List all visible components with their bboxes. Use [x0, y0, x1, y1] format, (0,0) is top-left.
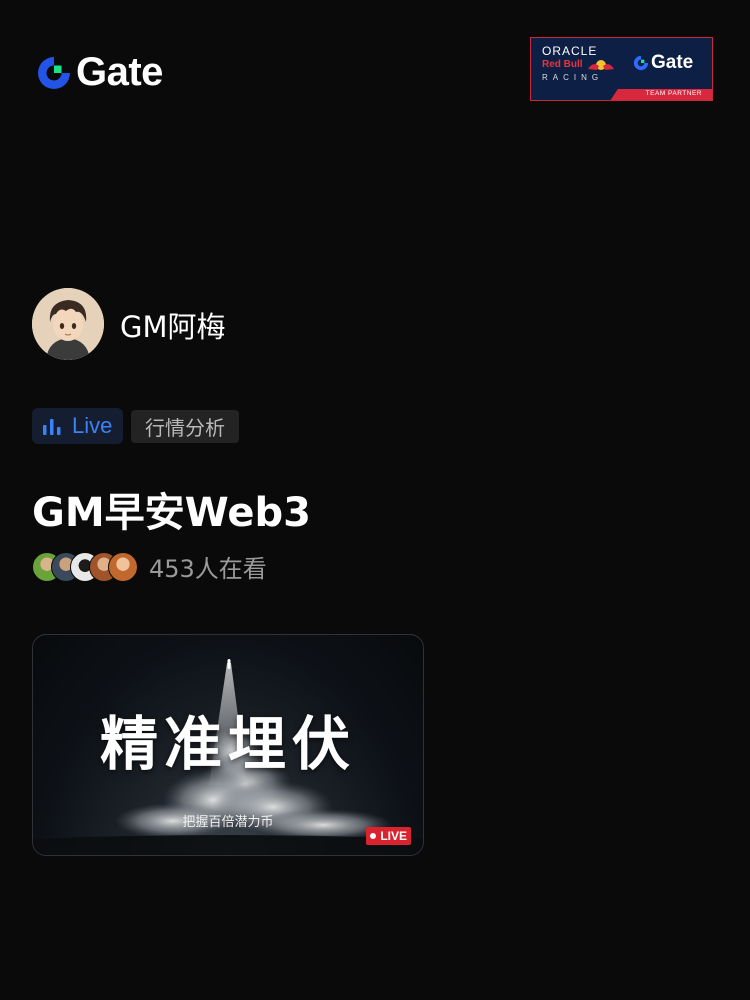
category-tag[interactable]: 行情分析: [131, 410, 239, 443]
viewer-avatar: [108, 551, 138, 582]
gate-logo-text: Gate: [76, 50, 163, 94]
partner-gate-logo: Gate: [633, 52, 693, 74]
viewers-row: 453人在看: [32, 549, 267, 584]
stream-cover[interactable]: 精准埋伏 把握百倍潜力币 LIVE: [32, 634, 424, 856]
partner-racing-text: RACING: [542, 73, 604, 82]
cover-subtitle: 把握百倍潜力币: [182, 815, 274, 830]
red-bull-icon: [588, 60, 614, 70]
bar-chart-icon: [43, 419, 61, 435]
live-tag-label: Live: [72, 413, 113, 438]
viewer-count: 453人在看: [149, 555, 267, 583]
host-avatar[interactable]: [32, 288, 104, 360]
host-name[interactable]: GM阿梅: [120, 304, 226, 346]
team-partner-text: TEAM PARTNER: [645, 90, 702, 97]
gate-mini-icon: [633, 55, 649, 71]
gate-logo-icon: [38, 56, 70, 89]
stream-title[interactable]: GM早安Web3: [32, 480, 311, 538]
partner-oracle-text: ORACLE: [542, 44, 598, 58]
live-badge: LIVE: [366, 827, 411, 845]
gate-logo: Gate: [36, 50, 163, 95]
partner-banner[interactable]: ORACLE Red Bull RACING Gate TEAM PARTNER: [530, 37, 713, 101]
anime-avatar-icon: [32, 288, 104, 360]
viewer-avatars: [32, 551, 138, 582]
partner-gate-text: Gate: [651, 52, 694, 73]
live-dot-icon: [370, 833, 377, 839]
team-partner-strip: TEAM PARTNER: [610, 89, 712, 100]
cover-headline: 精准埋伏: [99, 710, 356, 778]
partner-redbull-text: Red Bull: [542, 59, 583, 70]
live-badge-label: LIVE: [380, 829, 407, 843]
live-tag: Live: [32, 408, 123, 444]
